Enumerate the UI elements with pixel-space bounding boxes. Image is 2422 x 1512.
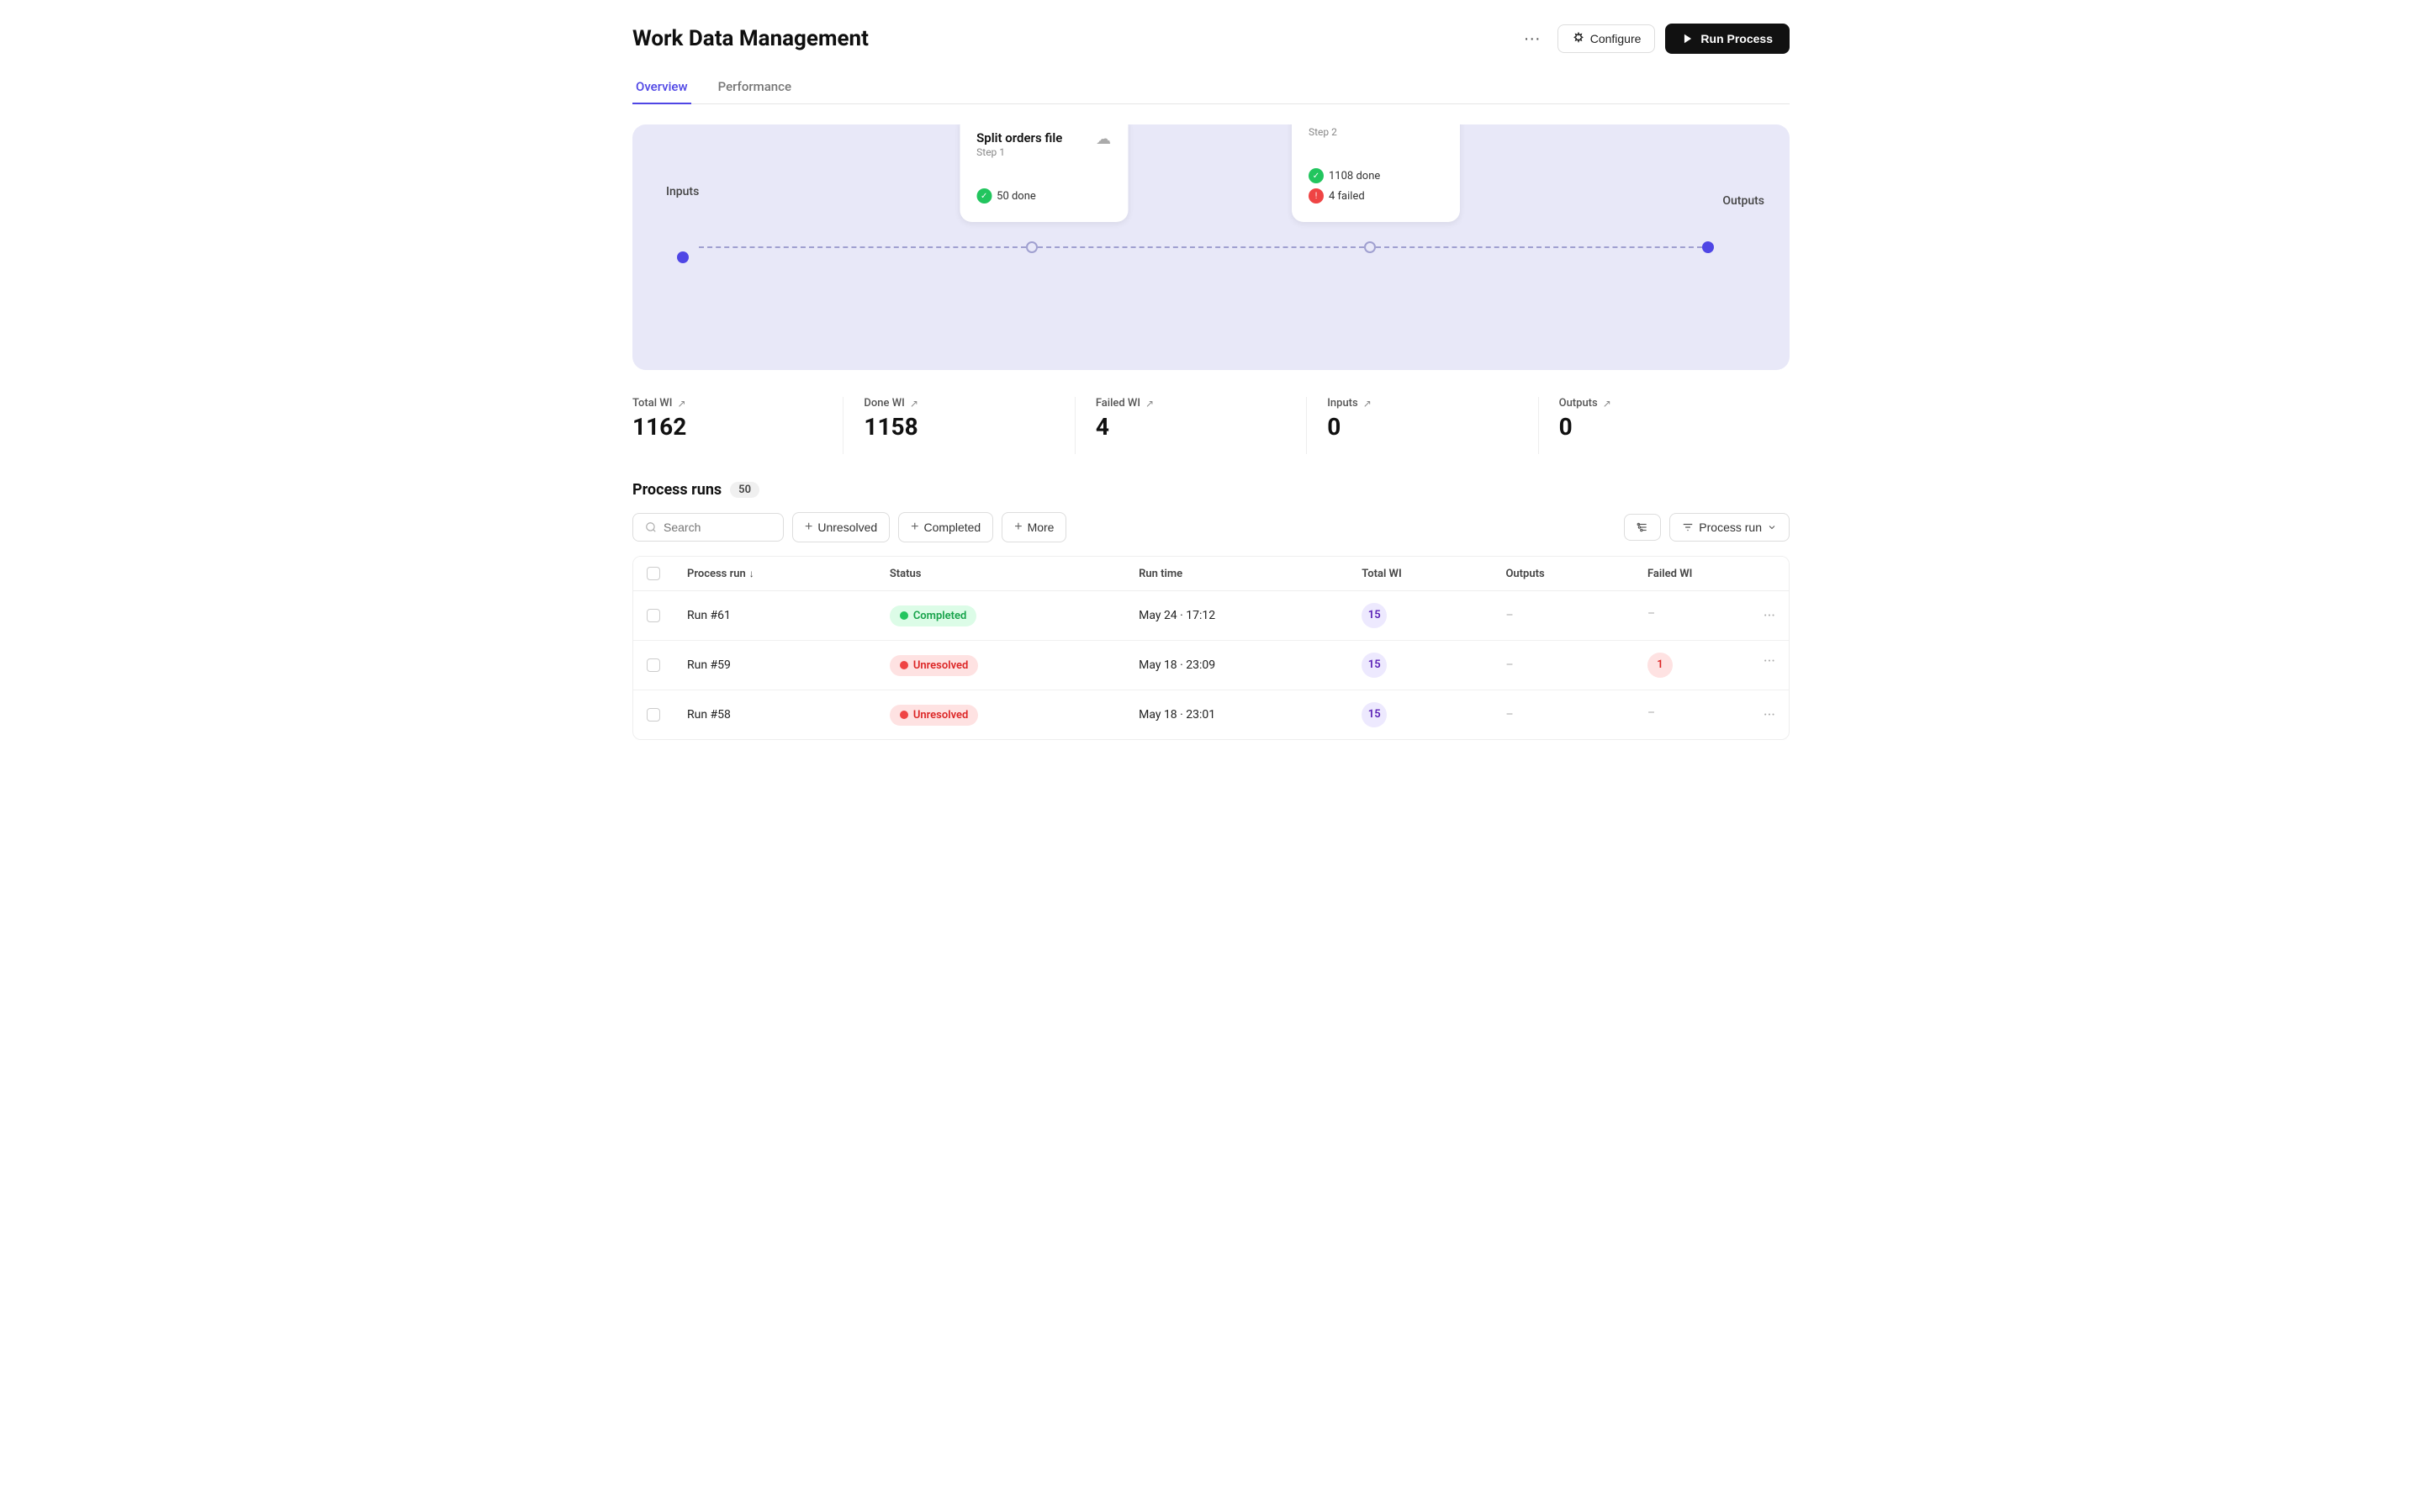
run-status-3: Unresolved bbox=[876, 690, 1125, 740]
row-checkbox-1[interactable] bbox=[647, 609, 660, 622]
col-total-wi: Total WI bbox=[1348, 557, 1492, 591]
summary-stats: Total WI ↗ 1162 Done WI ↗ 1158 Failed WI… bbox=[632, 397, 1790, 454]
table-row: Run #58 Unresolved May 18 · 23:01 15 – – bbox=[633, 690, 1789, 740]
tabs: Overview Performance bbox=[632, 71, 1790, 104]
step1-card: Split orders file Step 1 ☁ ✓ 50 done bbox=[960, 124, 1115, 222]
search-input[interactable] bbox=[664, 521, 764, 534]
connector-node-2 bbox=[1364, 241, 1376, 253]
failed-wi-3: – ··· bbox=[1634, 690, 1789, 740]
line-inputs-step1 bbox=[699, 246, 1025, 248]
select-all-checkbox[interactable] bbox=[647, 567, 660, 580]
step1-stat-done: ✓ 50 done bbox=[976, 188, 1111, 204]
table-row: Run #61 Completed May 24 · 17:12 15 – – bbox=[633, 591, 1789, 641]
run-time-1: May 24 · 17:12 bbox=[1125, 591, 1348, 641]
cloud-icon-step1: ☁ bbox=[1096, 130, 1111, 148]
row-menu-2[interactable]: ··· bbox=[1764, 653, 1775, 670]
stat-total-wi: Total WI ↗ 1162 bbox=[632, 397, 843, 454]
run-name-2: Run #59 bbox=[674, 641, 876, 690]
outputs-3: – bbox=[1492, 690, 1634, 740]
row-checkbox-3[interactable] bbox=[647, 708, 660, 722]
process-runs-title: Process runs bbox=[632, 481, 722, 499]
failed-wi-2: 1 ··· bbox=[1634, 641, 1789, 690]
process-runs-header: Process runs 50 bbox=[632, 481, 1790, 499]
completed-filter-button[interactable]: + Completed bbox=[898, 512, 993, 542]
unresolved-filter-button[interactable]: + Unresolved bbox=[792, 512, 890, 542]
outputs-1: – bbox=[1492, 591, 1634, 641]
col-status: Status bbox=[876, 557, 1125, 591]
page-header: Work Data Management ··· Configure Run P… bbox=[632, 24, 1790, 54]
chevron-down-icon bbox=[1767, 522, 1777, 532]
done-icon-2: ✓ bbox=[1309, 168, 1324, 183]
total-wi-1: 15 bbox=[1348, 591, 1492, 641]
play-icon bbox=[1682, 33, 1694, 45]
stat-inputs: Inputs ↗ 0 bbox=[1327, 397, 1538, 454]
status-dot-red-2 bbox=[900, 661, 908, 669]
done-icon: ✓ bbox=[976, 188, 992, 204]
step2-card: Load and Process All Orders Step 2 ☁ ✓ 1… bbox=[1292, 124, 1460, 222]
arrow-icon-done[interactable]: ↗ bbox=[910, 398, 918, 410]
connector-node-1 bbox=[1026, 241, 1038, 253]
run-time-3: May 18 · 23:01 bbox=[1125, 690, 1348, 740]
row-checkbox-2[interactable] bbox=[647, 658, 660, 672]
failed-icon: ! bbox=[1309, 188, 1324, 204]
stat-failed-wi: Failed WI ↗ 4 bbox=[1096, 397, 1307, 454]
arrow-icon-total[interactable]: ↗ bbox=[677, 398, 685, 410]
configure-button[interactable]: Configure bbox=[1557, 24, 1656, 53]
run-name-3: Run #58 bbox=[674, 690, 876, 740]
arrow-icon-failed[interactable]: ↗ bbox=[1145, 398, 1154, 410]
process-runs-table: Process run ↓ Status Run time Total WI O… bbox=[632, 556, 1790, 740]
inputs-dot bbox=[677, 251, 689, 263]
col-outputs: Outputs bbox=[1492, 557, 1634, 591]
outputs-label: Outputs bbox=[1722, 194, 1764, 208]
col-process-run: Process run ↓ bbox=[674, 557, 876, 591]
total-wi-2: 15 bbox=[1348, 641, 1492, 690]
search-icon bbox=[645, 521, 657, 533]
run-process-button[interactable]: Run Process bbox=[1665, 24, 1790, 54]
more-filter-button[interactable]: + More bbox=[1002, 512, 1066, 542]
tab-overview[interactable]: Overview bbox=[632, 71, 691, 104]
status-dot-green-1 bbox=[900, 611, 908, 620]
header-actions: ··· Configure Run Process bbox=[1517, 24, 1790, 54]
col-failed-wi: Failed WI bbox=[1634, 557, 1789, 591]
arrow-icon-inputs[interactable]: ↗ bbox=[1363, 398, 1372, 410]
arrow-icon-outputs[interactable]: ↗ bbox=[1603, 398, 1611, 410]
col-run-time: Run time bbox=[1125, 557, 1348, 591]
more-options-button[interactable]: ··· bbox=[1517, 26, 1547, 52]
sort-icon bbox=[1682, 521, 1694, 533]
filter-settings-button[interactable] bbox=[1624, 514, 1661, 541]
failed-wi-1: – ··· bbox=[1634, 591, 1789, 641]
page-title: Work Data Management bbox=[632, 26, 869, 51]
search-box bbox=[632, 513, 784, 542]
outputs-dot bbox=[1702, 241, 1714, 253]
table-row: Run #59 Unresolved May 18 · 23:09 15 – 1 bbox=[633, 641, 1789, 690]
inputs-label: Inputs bbox=[666, 185, 699, 198]
filter-bar: + Unresolved + Completed + More Process … bbox=[632, 512, 1790, 542]
pipeline-diagram: Inputs Split orders file Step 1 bbox=[632, 124, 1790, 370]
line-step2-outputs bbox=[1376, 246, 1702, 248]
run-name-1: Run #61 bbox=[674, 591, 876, 641]
step2-stat-done: ✓ 1108 done bbox=[1309, 168, 1443, 183]
outputs-2: – bbox=[1492, 641, 1634, 690]
sort-process-run-button[interactable]: Process run bbox=[1669, 513, 1790, 542]
process-runs-count: 50 bbox=[730, 482, 759, 498]
select-all-checkbox-col bbox=[633, 557, 674, 591]
table-header-row: Process run ↓ Status Run time Total WI O… bbox=[633, 557, 1789, 591]
run-status-1: Completed bbox=[876, 591, 1125, 641]
total-wi-3: 15 bbox=[1348, 690, 1492, 740]
sort-arrow-process-run: ↓ bbox=[749, 568, 754, 579]
configure-icon bbox=[1572, 32, 1585, 45]
step2-stat-failed: ! 4 failed bbox=[1309, 188, 1443, 204]
tab-performance[interactable]: Performance bbox=[715, 71, 795, 104]
run-status-2: Unresolved bbox=[876, 641, 1125, 690]
stat-done-wi: Done WI ↗ 1158 bbox=[864, 397, 1075, 454]
status-dot-red-3 bbox=[900, 711, 908, 719]
run-time-2: May 18 · 23:09 bbox=[1125, 641, 1348, 690]
sliders-icon bbox=[1637, 521, 1648, 533]
stat-outputs: Outputs ↗ 0 bbox=[1559, 397, 1769, 454]
row-menu-1[interactable]: ··· bbox=[1764, 607, 1775, 625]
row-menu-3[interactable]: ··· bbox=[1764, 706, 1775, 724]
line-step1-step2 bbox=[1038, 246, 1364, 248]
